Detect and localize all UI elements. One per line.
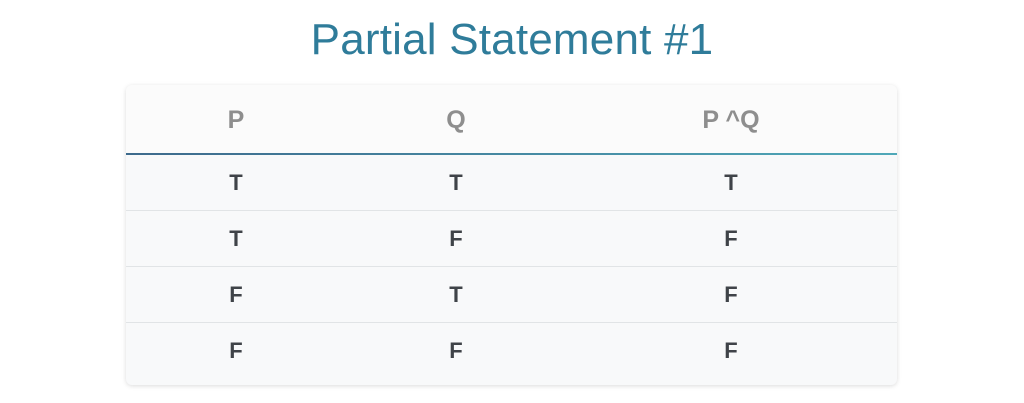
cell-q: T — [449, 282, 463, 307]
table-row: F T F — [126, 267, 897, 323]
table-header: P Q P ^Q — [126, 85, 897, 155]
table-row: F F F — [126, 323, 897, 379]
truth-table: P Q P ^Q T T T T F F F T F F F F — [126, 85, 897, 385]
cell-p: F — [229, 338, 243, 363]
cell-p-and-q: T — [724, 170, 738, 195]
column-header-p: P — [227, 106, 245, 134]
column-header-p-and-q: P ^Q — [702, 106, 760, 134]
cell-q: F — [449, 338, 463, 363]
cell-p: T — [229, 226, 243, 251]
table-row: T F F — [126, 211, 897, 267]
cell-p-and-q: F — [724, 338, 738, 363]
cell-q: T — [449, 170, 463, 195]
cell-q: F — [449, 226, 463, 251]
page-title: Partial Statement #1 — [310, 15, 714, 64]
cell-p: F — [229, 282, 243, 307]
cell-p-and-q: F — [724, 226, 738, 251]
table-row: T T T — [126, 155, 897, 211]
column-header-q: Q — [446, 106, 466, 134]
cell-p-and-q: F — [724, 282, 738, 307]
cell-p: T — [229, 170, 243, 195]
